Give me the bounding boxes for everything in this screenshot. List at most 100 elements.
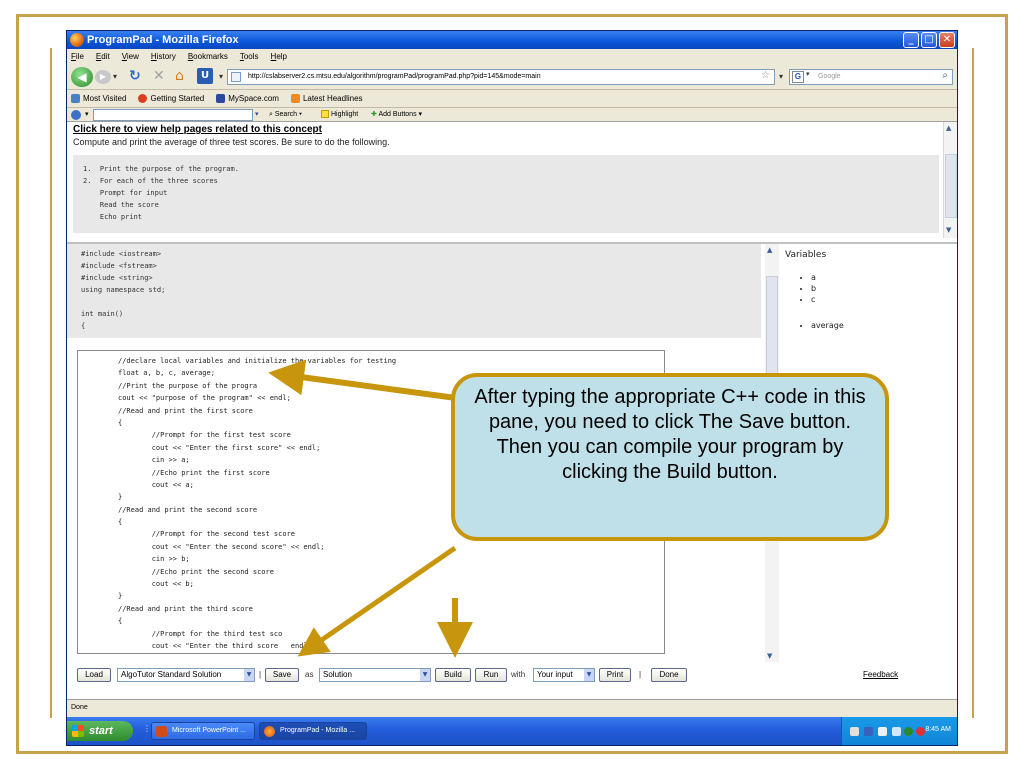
load-button[interactable]: Load xyxy=(77,668,111,682)
taskbar-item-powerpoint[interactable]: Microsoft PowerPoint ... xyxy=(151,722,255,740)
help-link[interactable]: Click here to view help pages related to… xyxy=(73,124,322,135)
google-icon[interactable]: G xyxy=(792,71,804,83)
solution-select[interactable]: AlgoTutor Standard Solution ▼ xyxy=(117,668,255,682)
bookmark-latest-headlines[interactable]: Latest Headlines xyxy=(290,90,363,107)
bookmark-myspace[interactable]: MySpace.com xyxy=(216,90,279,107)
toolbar-search-input[interactable] xyxy=(93,109,253,121)
scroll-down-icon[interactable]: ▼ xyxy=(946,226,951,234)
home-icon[interactable]: ⌂ xyxy=(175,68,184,84)
variable-item: c xyxy=(811,294,816,305)
menu-tools[interactable]: Tools xyxy=(240,49,259,65)
scroll-up-icon[interactable]: ▲ xyxy=(946,124,951,132)
maximize-button[interactable]: □ xyxy=(921,32,937,48)
menu-help[interactable]: Help xyxy=(271,49,287,65)
forward-arrow-icon[interactable]: ▶ xyxy=(95,70,111,84)
code-line: //Read and print the third score xyxy=(118,604,253,613)
url-bar[interactable]: http://cslabserver2.cs.mtsu.edu/algorith… xyxy=(227,69,775,85)
menu-file[interactable]: File xyxy=(71,49,84,65)
done-button[interactable]: Done xyxy=(651,668,687,682)
reload-icon[interactable]: ↻ xyxy=(129,68,141,84)
menu-history[interactable]: History xyxy=(151,49,176,65)
taskbar: start ⋮ Microsoft PowerPoint ... Program… xyxy=(67,717,957,745)
myspace-icon xyxy=(216,94,226,103)
as-label: as xyxy=(305,670,314,679)
firefox-icon xyxy=(138,94,148,103)
menu-bookmarks[interactable]: Bookmarks xyxy=(188,49,228,65)
bookmark-star-icon[interactable]: ☆ xyxy=(761,70,770,81)
firefox-icon xyxy=(70,33,84,47)
build-button[interactable]: Build xyxy=(435,668,471,682)
instruction-callout: After typing the appropriate C++ code in… xyxy=(451,373,889,541)
code-line: { xyxy=(81,322,86,330)
search-bar[interactable]: G ▾ Google ⌕ xyxy=(789,69,953,85)
start-button[interactable]: start xyxy=(67,721,133,741)
slide-frame-left-rule xyxy=(50,48,52,718)
highlight-button[interactable]: Highlight xyxy=(321,108,358,122)
search-engine-dropdown-icon[interactable]: ▾ xyxy=(806,70,810,78)
title-bar: ProgramPad - Mozilla Firefox _ □ ✕ xyxy=(67,31,957,49)
extension-icon[interactable]: U xyxy=(197,68,213,84)
tray-shield-icon[interactable] xyxy=(904,727,913,736)
chevron-down-icon[interactable]: ▼ xyxy=(584,669,594,681)
bookmark-most-visited[interactable]: Most Visited xyxy=(71,90,126,107)
url-dropdown-icon[interactable]: ▾ xyxy=(779,72,783,81)
add-buttons-label: Add Buttons xyxy=(378,111,417,118)
toolbar-dropdown-icon[interactable]: ▾ xyxy=(85,108,89,122)
toolbar-search-button[interactable]: ⌕ Search ▾ xyxy=(269,108,302,122)
back-arrow-icon[interactable]: ◀ xyxy=(71,67,93,87)
print-button[interactable]: Print xyxy=(599,668,631,682)
scroll-up-icon[interactable]: ▲ xyxy=(767,246,772,254)
description-scrollbar[interactable]: ▲ ▼ xyxy=(943,122,957,238)
tray-alert-icon[interactable] xyxy=(916,727,925,736)
system-tray: 8:45 AM xyxy=(841,717,957,745)
menu-edit[interactable]: Edit xyxy=(96,49,110,65)
preamble-code: #include <iostream> #include <fstream> #… xyxy=(67,244,761,338)
code-line: //Prompt for the third test sco xyxy=(118,629,283,638)
taskbar-item-firefox[interactable]: ProgramPad - Mozilla ... xyxy=(259,722,367,740)
bookmark-label: Getting Started xyxy=(150,93,205,103)
slide-frame-right-rule xyxy=(972,48,974,718)
code-line: #include <iostream> xyxy=(81,250,162,258)
bookmark-getting-started[interactable]: Getting Started xyxy=(138,90,204,107)
stop-icon[interactable]: ✕ xyxy=(153,68,165,84)
scrollbar-thumb[interactable] xyxy=(945,154,957,218)
toolbar-input-dropdown-icon[interactable]: ▾ xyxy=(255,108,259,122)
clock: 8:45 AM xyxy=(925,726,951,733)
globe-icon[interactable] xyxy=(71,110,81,120)
feedback-link[interactable]: Feedback xyxy=(863,670,898,679)
scroll-down-icon[interactable]: ▼ xyxy=(767,652,772,660)
code-line: cout << "Enter the second score" << endl… xyxy=(118,542,325,551)
input-select[interactable]: Your input ▼ xyxy=(533,668,595,682)
run-button[interactable]: Run xyxy=(475,668,507,682)
tray-power-icon[interactable] xyxy=(892,727,901,736)
folder-icon xyxy=(71,94,80,103)
solution-select-value: AlgoTutor Standard Solution xyxy=(121,670,222,679)
tray-pen-icon[interactable] xyxy=(850,727,859,736)
variable-item: average xyxy=(811,321,844,330)
search-toolbar: ▾ ▾ ⌕ Search ▾ Highlight ✚ Add Buttons ▾ xyxy=(67,107,957,121)
highlight-icon xyxy=(321,110,329,119)
url-text: http://cslabserver2.cs.mtsu.edu/algorith… xyxy=(248,73,541,80)
add-buttons-button[interactable]: ✚ Add Buttons ▾ xyxy=(371,108,422,122)
extension-dropdown-icon[interactable]: ▾ xyxy=(219,72,223,81)
menu-bar: File Edit View History Bookmarks Tools H… xyxy=(67,49,957,65)
task-steps: 1. Print the purpose of the program. 2. … xyxy=(73,155,939,233)
chevron-down-icon[interactable]: ▼ xyxy=(244,669,254,681)
with-label: with xyxy=(511,670,526,679)
chevron-down-icon[interactable]: ▼ xyxy=(420,669,430,681)
save-as-select[interactable]: Solution ▼ xyxy=(319,668,431,682)
window-controls: _ □ ✕ xyxy=(903,32,955,48)
action-bar: Load AlgoTutor Standard Solution ▼ | Save… xyxy=(67,662,957,688)
tray-network-icon[interactable] xyxy=(864,727,873,736)
menu-view[interactable]: View xyxy=(122,49,139,65)
variables-list-secondary: average xyxy=(811,321,844,330)
search-icon[interactable]: ⌕ xyxy=(942,70,948,81)
close-button[interactable]: ✕ xyxy=(939,32,955,48)
tray-help-icon[interactable] xyxy=(878,727,887,736)
save-button[interactable]: Save xyxy=(265,668,299,682)
minimize-button[interactable]: _ xyxy=(903,32,919,48)
bookmarks-toolbar: Most Visited Getting Started MySpace.com… xyxy=(67,89,957,107)
firefox-icon xyxy=(264,726,275,737)
navigation-toolbar: ◀ ▶ ▾ ↻ ✕ ⌂ U ▾ http://cslabserver2.cs.m… xyxy=(67,65,957,89)
history-dropdown-icon[interactable]: ▾ xyxy=(113,72,117,81)
